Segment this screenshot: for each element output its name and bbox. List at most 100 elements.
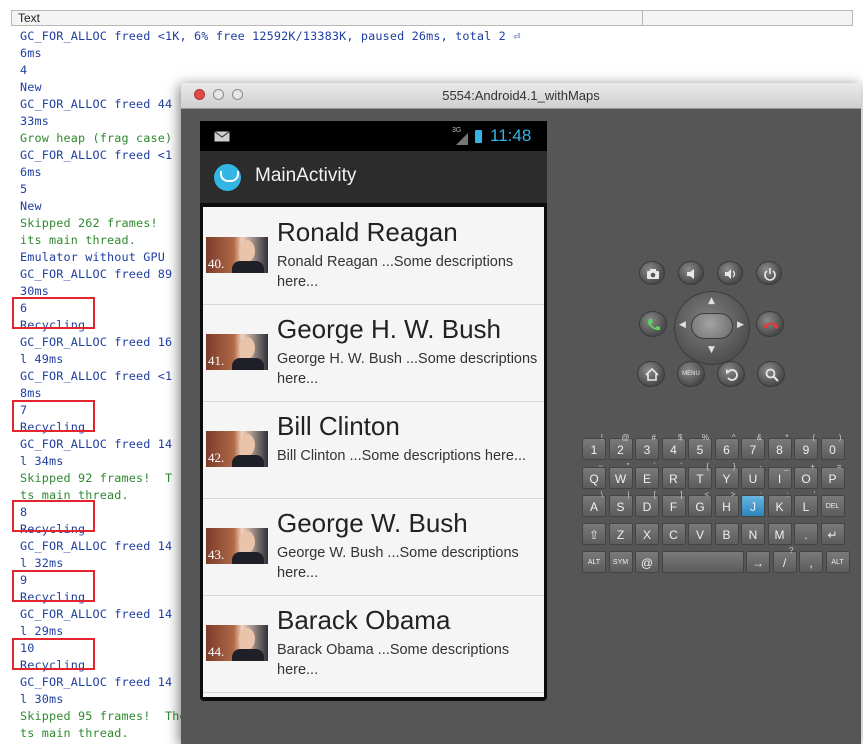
key[interactable]: 1! — [582, 433, 606, 460]
dpad-up-icon[interactable]: ▲ — [708, 297, 715, 306]
key[interactable]: F] — [661, 490, 686, 517]
key[interactable]: T{ — [688, 462, 712, 489]
highlight-box — [12, 570, 95, 602]
key-label: 7 — [749, 443, 757, 457]
key[interactable]: 5% — [688, 433, 712, 460]
key[interactable]: K: — [767, 490, 792, 517]
key[interactable]: SYM — [608, 551, 633, 573]
volume-up-button[interactable] — [717, 261, 743, 285]
power-button[interactable] — [756, 261, 782, 285]
device-screen[interactable]: 3G 11:48 MainActivity 40. Ronald Reagan Ro… — [200, 121, 547, 701]
camera-button[interactable] — [639, 261, 665, 285]
president-list[interactable]: 40. Ronald Reagan Ronald Reagan ...Some de… — [203, 207, 544, 697]
key-label: H — [722, 500, 731, 514]
key[interactable]: 8 * — [767, 433, 792, 460]
key[interactable]: I _ — [767, 462, 792, 489]
key[interactable]: 9( — [794, 433, 818, 460]
key[interactable]: /? — [772, 546, 797, 573]
key[interactable]: ALT — [825, 551, 850, 573]
key[interactable]: B — [714, 523, 739, 545]
dpad-center-button[interactable] — [691, 313, 733, 339]
key[interactable]: S | — [608, 490, 633, 517]
volume-down-button[interactable] — [678, 261, 704, 285]
president-name: George W. Bush — [277, 508, 468, 538]
logcat-column-header[interactable]: Text — [11, 10, 853, 26]
key[interactable]: E ´ — [635, 462, 659, 489]
dpad-right-icon[interactable]: ▶ — [737, 321, 744, 330]
key[interactable]: V — [688, 523, 712, 545]
key-alt-label: + — [810, 462, 815, 471]
key[interactable]: Z — [608, 523, 633, 545]
key[interactable]: Y} — [714, 462, 739, 489]
key-label: F — [669, 500, 678, 514]
key-label: I — [777, 472, 782, 486]
call-button[interactable] — [639, 311, 667, 337]
key[interactable]: 7 & — [741, 433, 765, 460]
key-alt-label: * — [785, 433, 789, 442]
key[interactable]: 3 # — [635, 433, 659, 460]
key-label: ALT — [587, 559, 601, 566]
key-alt-label: " — [626, 462, 630, 471]
key[interactable]: ⇧ — [582, 523, 606, 545]
key[interactable]: 2 @ — [608, 433, 633, 460]
key-alt-label: $ — [678, 433, 683, 442]
list-item[interactable]: 40. Ronald Reagan Ronald Reagan ...Some de… — [203, 207, 544, 305]
key[interactable]: D[ — [635, 490, 659, 517]
key[interactable]: . — [794, 523, 818, 545]
column-divider — [642, 11, 643, 25]
menu-button[interactable]: MENU — [677, 361, 705, 387]
key-label: A — [589, 500, 598, 514]
back-button[interactable] — [717, 361, 745, 387]
key-label: T — [696, 472, 704, 486]
key[interactable]: 4 $ — [661, 433, 686, 460]
key-alt-label: ; — [759, 490, 762, 499]
highlight-box — [12, 500, 95, 532]
key-label: 2 — [617, 443, 624, 457]
key[interactable]: U- — [741, 462, 765, 489]
key[interactable]: 6 ^ — [714, 433, 739, 460]
list-item[interactable]: 43. George W. Bush George W. Bush ...Some … — [203, 498, 544, 596]
key[interactable]: R ` — [661, 462, 686, 489]
key[interactable]: DEL — [820, 495, 845, 517]
key[interactable]: L ' — [794, 490, 818, 517]
key-label: ALT — [831, 559, 844, 566]
key[interactable]: N — [741, 523, 765, 545]
menu-button-label: MENU — [682, 371, 700, 377]
home-button[interactable] — [637, 361, 665, 387]
list-item[interactable]: 44. Barack Obama Barack Obama ...Some desc… — [203, 595, 544, 693]
key[interactable]: ↵ — [820, 523, 845, 545]
key[interactable]: H > — [714, 490, 739, 517]
key-alt-label: | — [627, 490, 630, 499]
search-button[interactable] — [757, 361, 785, 387]
president-description: Bill Clinton ...Some descriptions here..… — [277, 448, 527, 464]
dpad-down-icon[interactable]: ▼ — [708, 346, 715, 355]
key-label: L — [802, 500, 810, 514]
key[interactable]: A \ — [582, 490, 606, 517]
president-description: George W. Bush ...Some descriptions here… — [277, 545, 519, 581]
key[interactable]: 0) — [820, 433, 845, 460]
key[interactable]: ALT — [582, 551, 606, 573]
key-label: 1 — [590, 443, 598, 457]
window-titlebar[interactable]: 5554:Android4.1_withMaps — [181, 83, 861, 109]
key[interactable]: O + — [794, 462, 818, 489]
dpad-left-icon[interactable]: ◀ — [679, 321, 686, 330]
key[interactable]: Q ~ — [582, 462, 606, 489]
key[interactable]: @ — [635, 551, 659, 573]
key[interactable]: , — [799, 551, 823, 573]
key[interactable]: W " — [608, 462, 633, 489]
key[interactable]: M — [767, 523, 792, 545]
key[interactable]: → — [746, 551, 770, 573]
key[interactable]: P = — [820, 462, 845, 489]
end-call-button[interactable] — [756, 311, 784, 337]
president-description: Ronald Reagan ...Some descriptions here.… — [277, 254, 514, 290]
key[interactable] — [661, 551, 744, 573]
list-item[interactable]: 42. Bill Clinton Bill Clinton ...Some desc… — [203, 401, 544, 499]
app-logo-icon[interactable] — [214, 164, 241, 191]
key-label: V — [695, 528, 704, 542]
list-item[interactable]: 41. George H. W. Bush George H. W. Bush ..… — [203, 304, 544, 402]
key[interactable]: X — [635, 523, 659, 545]
key[interactable]: G < — [688, 490, 712, 517]
key[interactable]: J; — [741, 490, 765, 517]
president-name: Barack Obama — [277, 605, 451, 635]
key[interactable]: C — [661, 523, 686, 545]
